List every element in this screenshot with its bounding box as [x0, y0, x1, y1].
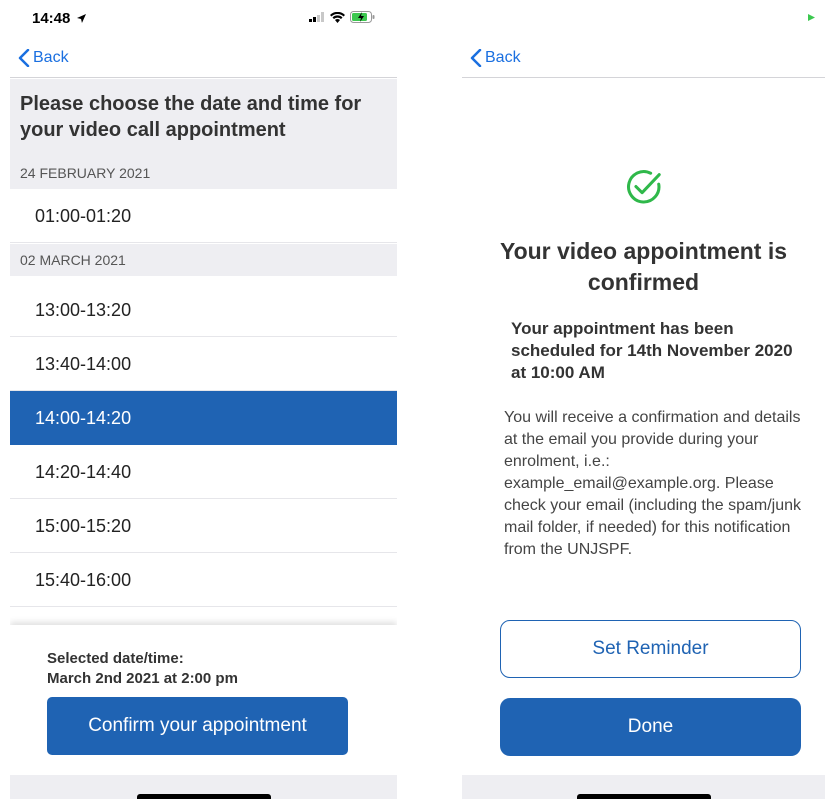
time-slot-selected[interactable]: 14:00-14:20	[10, 391, 397, 445]
back-button[interactable]: Back	[470, 49, 521, 67]
status-icons	[309, 11, 375, 23]
check-circle-icon	[626, 170, 661, 204]
selection-panel: Selected date/time: March 2nd 2021 at 2:…	[10, 625, 397, 775]
time-slot[interactable]: 15:40-16:00	[10, 553, 397, 607]
section-header-date: 02 MARCH 2021	[10, 244, 397, 276]
confirmation-title: Your video appointment is confirmed	[499, 238, 788, 295]
confirm-appointment-button[interactable]: Confirm your appointment	[47, 697, 348, 755]
selected-datetime: Selected date/time: March 2nd 2021 at 2:…	[47, 649, 238, 689]
home-indicator[interactable]	[136, 794, 271, 799]
signal-icon	[309, 12, 324, 22]
back-label: Back	[33, 49, 69, 66]
time-slot[interactable]: 01:00-01:20	[10, 189, 397, 243]
back-button[interactable]: Back	[18, 49, 69, 67]
date-picker-screen: 14:48 Back Please choose the date and ti…	[10, 0, 397, 799]
home-indicator[interactable]	[576, 794, 711, 799]
nav-bar: Back	[10, 44, 397, 78]
status-bar: 14:48	[10, 0, 397, 40]
page-title-block: Please choose the date and time for your…	[10, 79, 397, 157]
section-header-date: 24 FEBRUARY 2021	[10, 157, 397, 189]
time-slot[interactable]: 13:40-14:00	[10, 337, 397, 391]
selected-datetime-value: March 2nd 2021 at 2:00 pm	[47, 670, 238, 687]
wifi-icon	[330, 11, 345, 23]
time-slot[interactable]: 13:00-13:20	[10, 283, 397, 337]
confirmation-info: You will receive a confirmation and deta…	[504, 409, 802, 558]
done-button[interactable]: Done	[500, 698, 801, 756]
nav-bar: Back	[462, 44, 825, 78]
set-reminder-button[interactable]: Set Reminder	[500, 620, 801, 678]
status-time: 14:48	[32, 10, 86, 27]
status-indicator	[808, 14, 815, 21]
chevron-left-icon	[470, 49, 482, 67]
footer-strip	[10, 775, 397, 799]
time-slot[interactable]: 15:00-15:20	[10, 499, 397, 553]
back-label: Back	[485, 49, 521, 66]
battery-charging-icon	[350, 11, 375, 23]
confirmation-screen: Back Your video appointment is confirmed…	[462, 0, 825, 799]
time-slot[interactable]: 14:20-14:40	[10, 445, 397, 499]
location-arrow-icon	[76, 14, 86, 23]
selected-datetime-label: Selected date/time:	[47, 650, 184, 667]
chevron-left-icon	[18, 49, 30, 67]
page-title: Please choose the date and time for your…	[20, 93, 362, 141]
footer-strip	[462, 775, 825, 799]
schedule-summary: Your appointment has been scheduled for …	[511, 319, 793, 382]
